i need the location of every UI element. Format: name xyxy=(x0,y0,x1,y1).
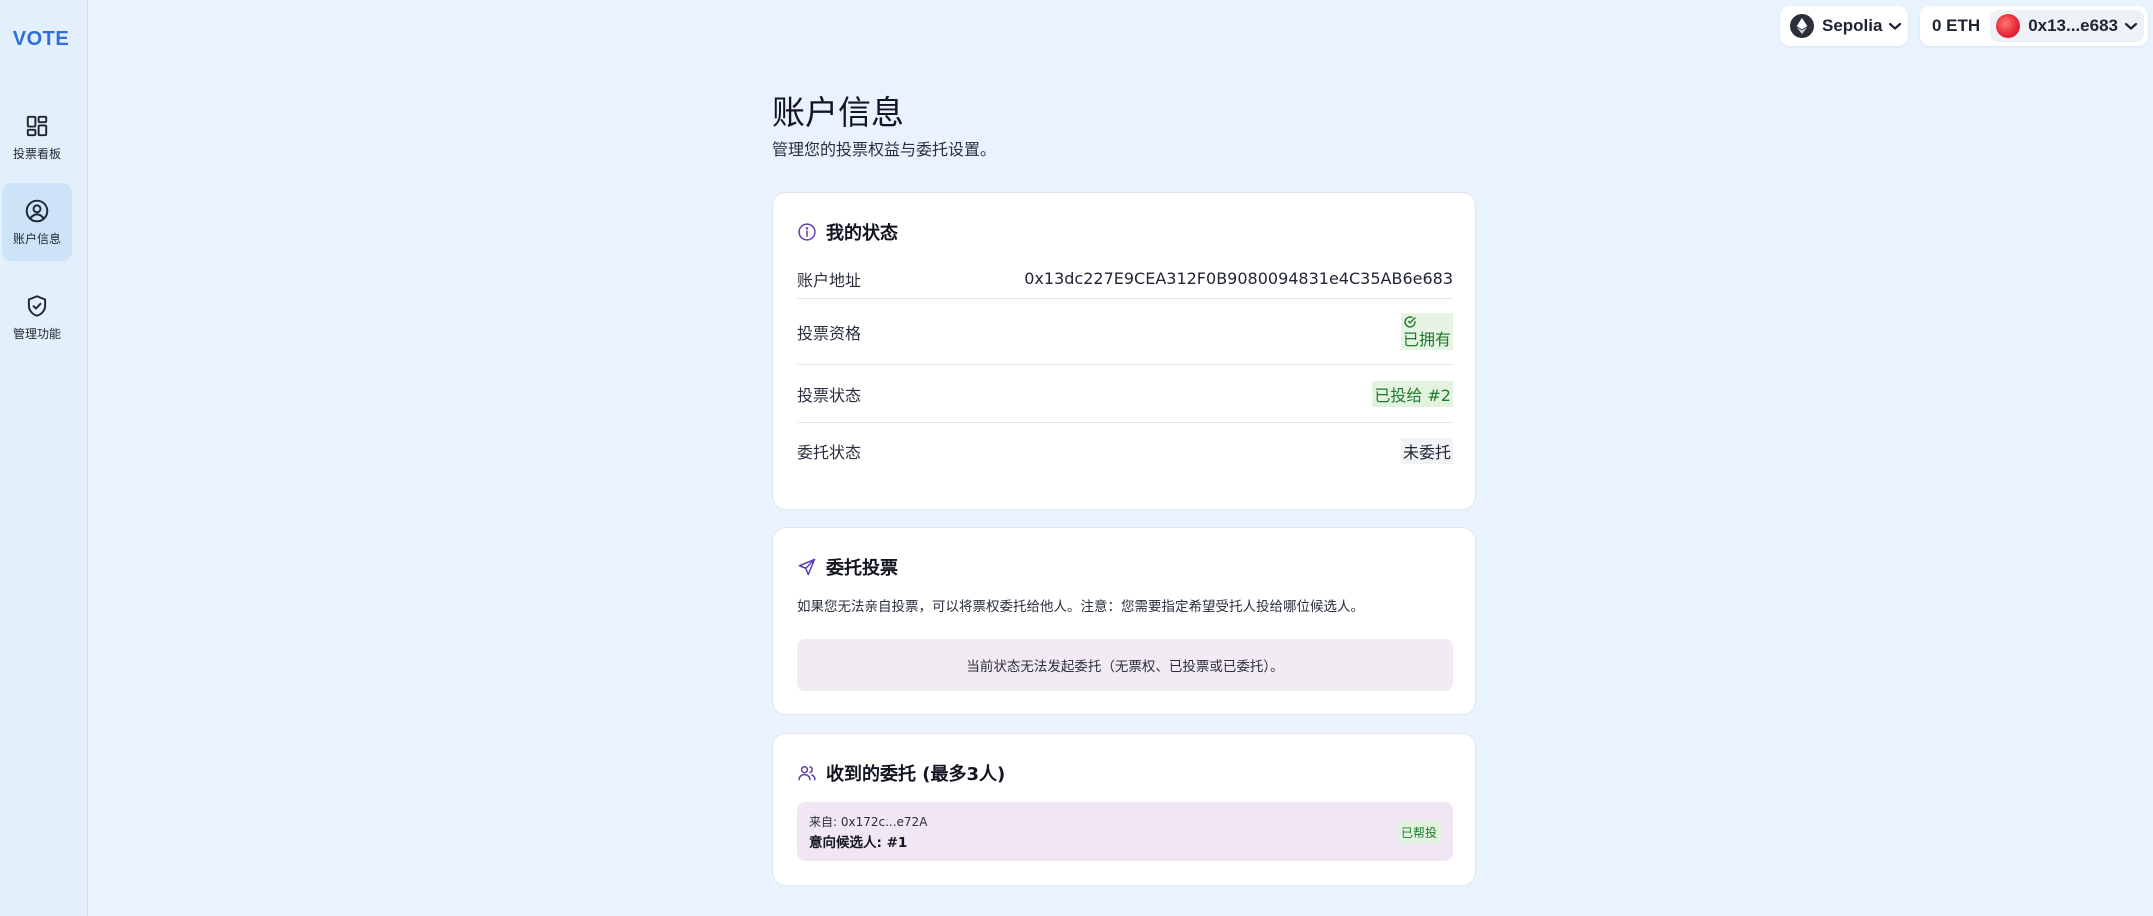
row-label: 账户地址 xyxy=(797,270,862,290)
chevron-down-icon xyxy=(1889,22,1902,30)
delegate-notice: 当前状态无法发起委托（无票权、已投票或已委托）。 xyxy=(797,639,1453,691)
delegation-from: 来自: 0x172c...e72A xyxy=(809,815,928,829)
status-row-eligibility: 投票资格 已拥有 xyxy=(797,299,1453,365)
delegation-candidate: 意向候选人: #1 xyxy=(809,835,908,851)
sidebar-item-admin[interactable]: 管理功能 xyxy=(2,278,72,356)
delegation-status-badge: 未委托 xyxy=(1400,438,1453,464)
card-title: 委托投票 xyxy=(826,558,898,579)
card-header: 收到的委托 (最多3人) xyxy=(797,760,1005,786)
status-badge: 已帮投 xyxy=(1396,821,1441,844)
row-label: 投票资格 xyxy=(797,323,862,343)
status-card: 我的状态 账户地址 0x13dc227E9CEA312F0B9080094831… xyxy=(772,192,1476,510)
network-name: Sepolia xyxy=(1822,16,1883,35)
sidebar-item-dashboard[interactable]: 投票看板 xyxy=(2,98,72,176)
card-title: 我的状态 xyxy=(826,223,898,244)
row-label: 委托状态 xyxy=(797,443,862,462)
sidebar-item-label: 管理功能 xyxy=(12,326,61,341)
wallet-button[interactable]: 0 ETH 0x13...e683 xyxy=(1920,6,2148,46)
status-row-vote: 投票状态 已投给 #2 xyxy=(797,365,1453,423)
card-header: 委托投票 xyxy=(797,554,898,580)
status-badge: 已拥有 xyxy=(1400,313,1453,350)
sidebar-item-account[interactable]: 账户信息 xyxy=(2,183,72,261)
card-header: 我的状态 xyxy=(797,219,898,245)
avatar xyxy=(1996,14,2021,38)
info-icon xyxy=(798,223,816,241)
chevron-down-icon xyxy=(2124,22,2138,30)
check-circle-icon xyxy=(1404,316,1416,328)
users-icon xyxy=(798,766,816,781)
delegate-description: 如果您无法亲自投票，可以将票权委托给他人。注意：您需要指定希望受托人投给哪位候选… xyxy=(797,599,1364,615)
account-button[interactable]: 0x13...e683 xyxy=(1990,10,2144,42)
user-circle-icon xyxy=(25,199,49,222)
app-logo[interactable]: VOTE xyxy=(0,28,82,51)
account-address-value: 0x13dc227E9CEA312F0B9080094831e4C35AB6e6… xyxy=(1024,269,1453,288)
page-subtitle: 管理您的投票权益与委托设置。 xyxy=(772,140,997,159)
dashboard-icon xyxy=(26,115,48,136)
wallet-balance: 0 ETH xyxy=(1932,16,1981,35)
delegate-card: 委托投票 如果您无法亲自投票，可以将票权委托给他人。注意：您需要指定希望受托人投… xyxy=(772,527,1476,715)
network-selector[interactable]: Sepolia xyxy=(1780,6,1908,46)
sidebar-item-label: 投票看板 xyxy=(12,146,61,161)
ethereum-icon xyxy=(1790,14,1814,38)
send-icon xyxy=(798,558,816,576)
status-row-delegation: 委托状态 未委托 xyxy=(797,423,1453,479)
page-title: 账户信息 xyxy=(772,93,904,132)
received-card: 收到的委托 (最多3人) 来自: 0x172c...e72A 意向候选人: #1… xyxy=(772,733,1476,886)
list-item: 来自: 0x172c...e72A 意向候选人: #1 已帮投 xyxy=(797,802,1453,861)
card-title: 收到的委托 (最多3人) xyxy=(826,764,1006,785)
eligibility-value: 已拥有 xyxy=(1402,330,1451,349)
sidebar-item-label: 账户信息 xyxy=(12,231,61,246)
vote-status-badge: 已投给 #2 xyxy=(1372,380,1453,407)
status-row-address: 账户地址 0x13dc227E9CEA312F0B9080094831e4C35… xyxy=(797,259,1453,299)
row-label: 投票状态 xyxy=(797,385,862,405)
shield-check-icon xyxy=(27,294,47,317)
sidebar: VOTE 投票看板 账户信息 管理功能 xyxy=(0,0,88,916)
wallet-address: 0x13...e683 xyxy=(2028,16,2118,35)
